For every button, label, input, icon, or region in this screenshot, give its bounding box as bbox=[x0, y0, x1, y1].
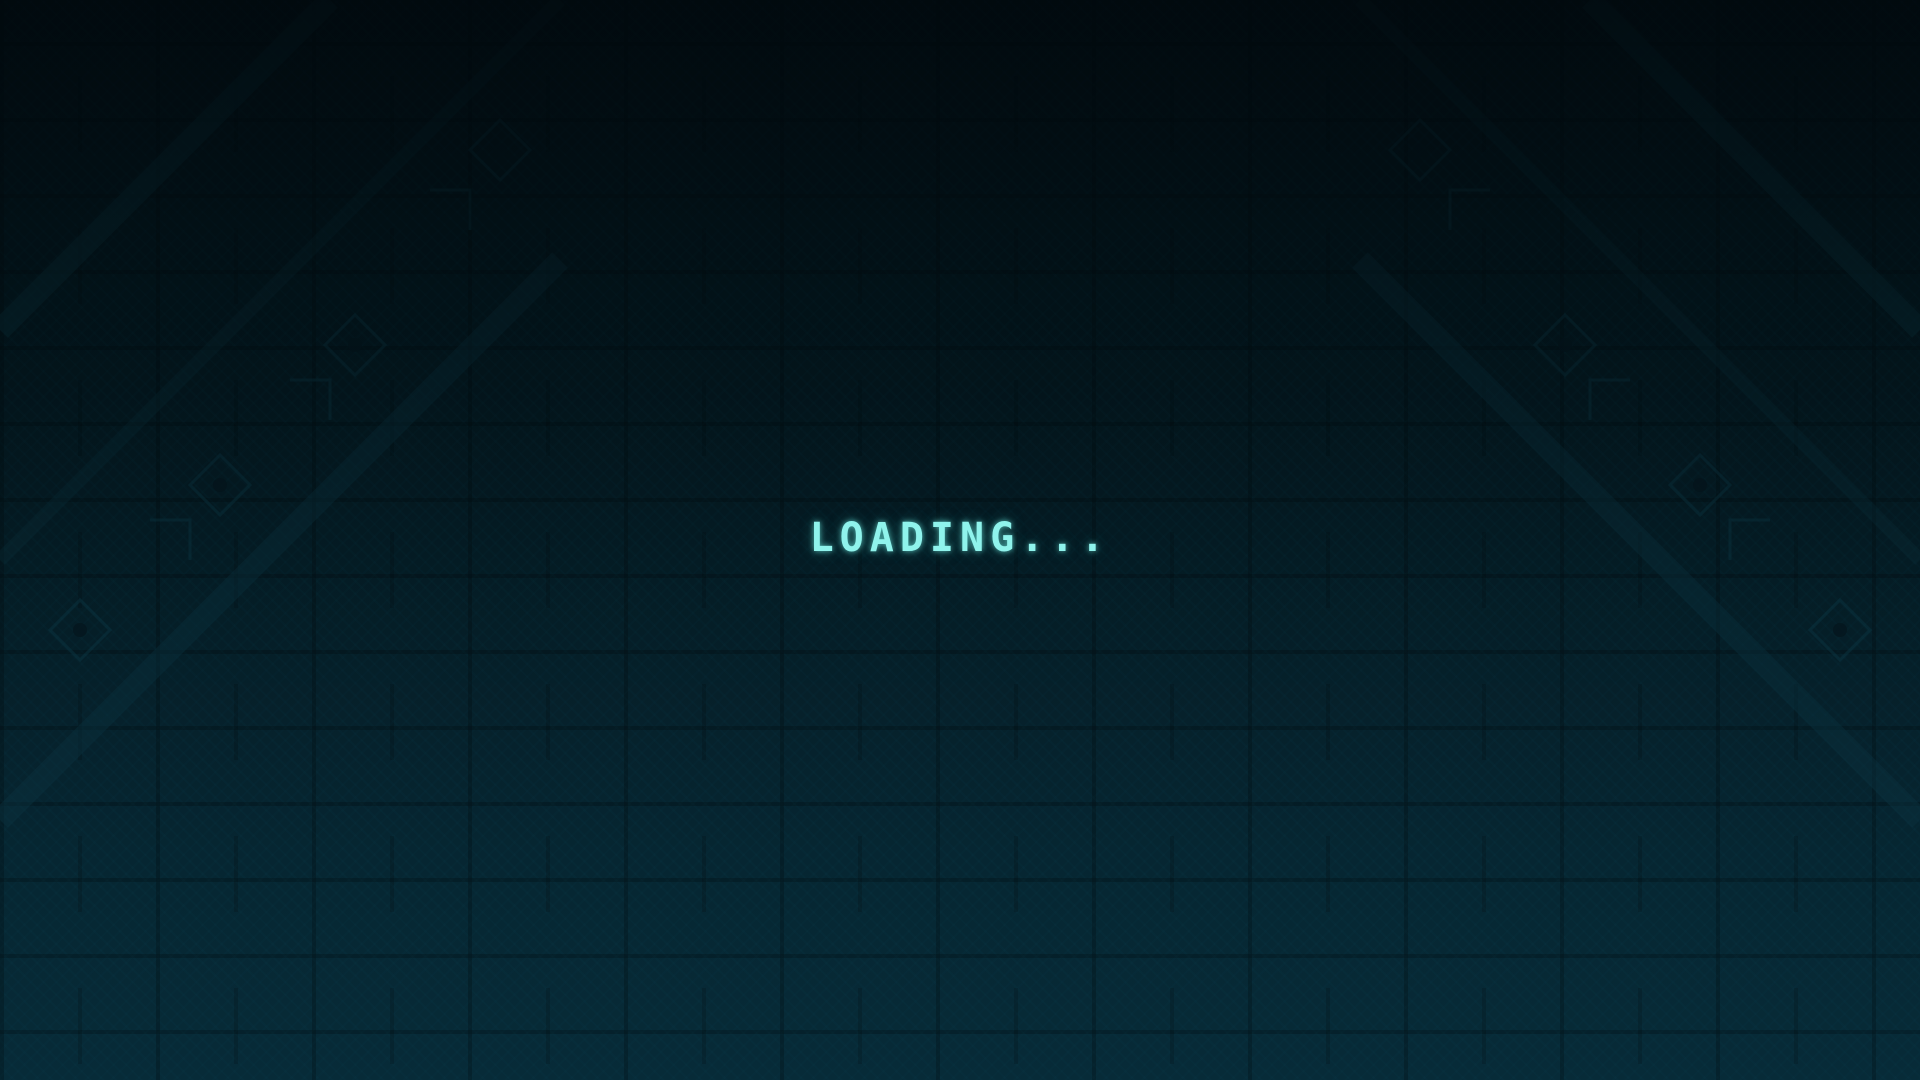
loading-screen: LOADING... bbox=[0, 0, 1920, 1080]
loading-label: LOADING... bbox=[809, 515, 1111, 561]
